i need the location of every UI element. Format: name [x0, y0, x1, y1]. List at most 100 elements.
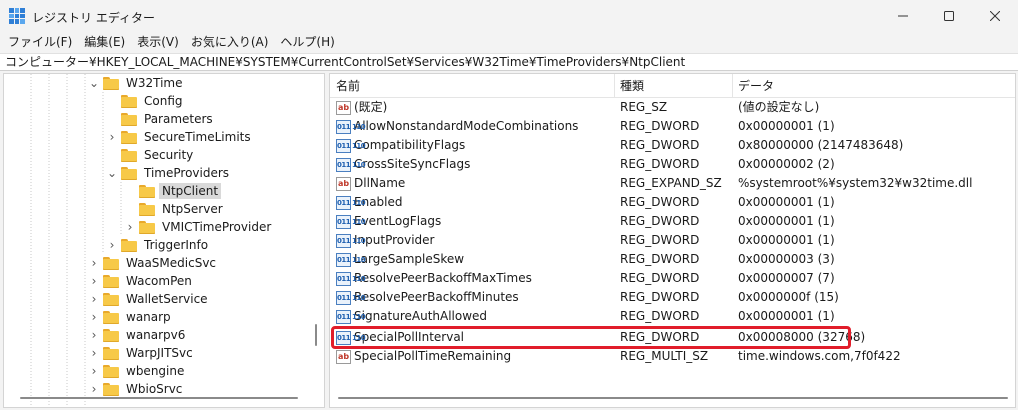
binary-value-icon: 011 110	[336, 233, 366, 248]
tree-node[interactable]: › wanarp	[88, 308, 174, 326]
chevron-right-icon[interactable]: ›	[88, 290, 100, 308]
menu-favorites[interactable]: お気に入り(A)	[185, 32, 275, 52]
column-header-data[interactable]: データ	[732, 74, 1012, 98]
chevron-right-icon[interactable]: ›	[88, 272, 100, 290]
value-row[interactable]: 011 110 Enabled REG_DWORD 0x00000001 (1)	[330, 193, 1015, 212]
column-header-type[interactable]: 種類	[614, 74, 732, 98]
tree-node[interactable]: › VMICTimeProvider	[124, 218, 274, 236]
tree-node[interactable]: › WarpJITSvc	[88, 344, 196, 362]
tree-node-label: TriggerInfo	[144, 238, 209, 252]
value-type: REG_SZ	[620, 100, 668, 114]
minimize-button[interactable]	[880, 0, 926, 32]
chevron-right-icon[interactable]: ›	[106, 128, 118, 146]
tree-node-label: W32Time	[126, 76, 183, 90]
value-row[interactable]: 011 110 ResolvePeerBackoffMinutes REG_DWO…	[330, 288, 1015, 307]
value-type: REG_DWORD	[620, 233, 700, 247]
tree-node[interactable]: Config	[106, 92, 186, 110]
value-type: REG_DWORD	[620, 271, 700, 285]
chevron-right-icon[interactable]: ›	[88, 344, 100, 362]
chevron-right-icon[interactable]: ›	[88, 362, 100, 380]
address-bar[interactable]: コンピューター¥HKEY_LOCAL_MACHINE¥SYSTEM¥Curren…	[0, 53, 1018, 71]
folder-icon	[103, 292, 119, 306]
tree-node-label: WarpJITSvc	[126, 346, 193, 360]
value-row[interactable]: 011 110 SignatureAuthAllowed REG_DWORD 0x…	[330, 307, 1015, 326]
folder-icon	[103, 310, 119, 324]
column-header-name[interactable]: 名前	[330, 74, 615, 98]
value-data: time.windows.com,7f0f422	[738, 349, 901, 363]
value-data: 0x00000001 (1)	[738, 195, 835, 209]
tree-node[interactable]: › WalletService	[88, 290, 211, 308]
list-horizontal-scrollbar[interactable]	[338, 397, 1008, 399]
chevron-right-icon[interactable]: ›	[106, 236, 118, 254]
value-row[interactable]: 011 110 AllowNonstandardModeCombinations …	[330, 117, 1015, 136]
key-tree-pane[interactable]: ⌄ W32Time Config Parameters › SecureTime…	[3, 73, 325, 408]
tree-node[interactable]: › wbengine	[88, 362, 187, 380]
value-type: REG_MULTI_SZ	[620, 349, 709, 363]
value-row[interactable]: 011 110 InputProvider REG_DWORD 0x0000000…	[330, 231, 1015, 250]
tree-node[interactable]: NtpServer	[124, 200, 226, 218]
value-data: (値の設定なし)	[738, 100, 820, 114]
value-type: REG_DWORD	[620, 214, 700, 228]
tree-node-selected[interactable]: NtpClient	[124, 182, 222, 200]
tree-node[interactable]: › TriggerInfo	[106, 236, 211, 254]
menu-edit[interactable]: 編集(E)	[78, 32, 131, 52]
value-name: (既定)	[354, 100, 388, 114]
value-list-pane[interactable]: 名前 種類 データ ab (既定) REG_SZ (値の設定なし) 011 110…	[329, 73, 1016, 408]
binary-value-icon: 011 110	[336, 195, 366, 210]
value-row[interactable]: ab DllName REG_EXPAND_SZ %systemroot%¥sys…	[330, 174, 1015, 193]
tree-horizontal-scrollbar[interactable]	[20, 397, 298, 399]
chevron-down-icon[interactable]: ⌄	[106, 164, 118, 182]
chevron-right-icon[interactable]: ›	[88, 254, 100, 272]
tree-node[interactable]: › wanarpv6	[88, 326, 188, 344]
value-type: REG_DWORD	[620, 309, 700, 323]
folder-icon	[103, 274, 119, 288]
value-type: REG_EXPAND_SZ	[620, 176, 722, 190]
tree-node[interactable]: › SecureTimeLimits	[106, 128, 254, 146]
tree-node[interactable]: Security	[106, 146, 196, 164]
value-data: 0x00000007 (7)	[738, 271, 835, 285]
tree-node-label: WaaSMedicSvc	[126, 256, 217, 270]
chevron-down-icon[interactable]: ⌄	[88, 74, 100, 92]
binary-value-icon: 011 110	[336, 214, 366, 229]
binary-value-icon: 011 110	[336, 138, 366, 153]
tree-vertical-scrollbar[interactable]	[315, 324, 317, 346]
chevron-right-icon[interactable]: ›	[88, 326, 100, 344]
highlight-annotation-box	[331, 326, 851, 349]
tree-node[interactable]: ⌄ W32Time	[88, 74, 186, 92]
value-data: 0x00000001 (1)	[738, 233, 835, 247]
chevron-right-icon[interactable]: ›	[124, 218, 136, 236]
tree-node[interactable]: › WacomPen	[88, 272, 195, 290]
value-name: ResolvePeerBackoffMaxTimes	[354, 271, 532, 285]
tree-node[interactable]: ⌄ TimeProviders	[106, 164, 232, 182]
folder-icon	[103, 364, 119, 378]
string-value-icon: ab	[336, 176, 351, 191]
chevron-right-icon[interactable]: ›	[88, 380, 100, 398]
menu-view[interactable]: 表示(V)	[131, 32, 185, 52]
tree-node-label: Config	[144, 94, 183, 108]
value-name: AllowNonstandardModeCombinations	[354, 119, 579, 133]
tree-node-label: wanarpv6	[126, 328, 186, 342]
value-name: CrossSiteSyncFlags	[354, 157, 471, 171]
binary-value-icon: 011 110	[336, 290, 366, 305]
value-row[interactable]: ab SpecialPollTimeRemaining REG_MULTI_SZ …	[330, 347, 1015, 366]
window-title: レジストリ エディター	[32, 11, 155, 25]
close-button[interactable]	[972, 0, 1018, 32]
chevron-right-icon[interactable]: ›	[88, 308, 100, 326]
value-data: %systemroot%¥system32¥w32time.dll	[738, 176, 973, 190]
value-row[interactable]: 011 110 CrossSiteSyncFlags REG_DWORD 0x00…	[330, 155, 1015, 174]
menu-file[interactable]: ファイル(F)	[2, 32, 78, 52]
menu-help[interactable]: ヘルプ(H)	[274, 32, 340, 52]
maximize-button[interactable]	[926, 0, 972, 32]
tree-node[interactable]: Parameters	[106, 110, 216, 128]
tree-node[interactable]: › WbioSrvc	[88, 380, 185, 398]
value-row[interactable]: ab (既定) REG_SZ (値の設定なし)	[330, 98, 1015, 117]
value-row[interactable]: 011 110 LargeSampleSkew REG_DWORD 0x00000…	[330, 250, 1015, 269]
tree-node[interactable]: › WaaSMedicSvc	[88, 254, 219, 272]
binary-value-icon: 011 110	[336, 271, 366, 286]
tree-node-label: TimeProviders	[144, 166, 230, 180]
minimize-icon	[898, 15, 908, 17]
value-row[interactable]: 011 110 ResolvePeerBackoffMaxTimes REG_DW…	[330, 269, 1015, 288]
value-data: 0x00000001 (1)	[738, 119, 835, 133]
value-row[interactable]: 011 110 EventLogFlags REG_DWORD 0x0000000…	[330, 212, 1015, 231]
value-row[interactable]: 011 110 CompatibilityFlags REG_DWORD 0x80…	[330, 136, 1015, 155]
